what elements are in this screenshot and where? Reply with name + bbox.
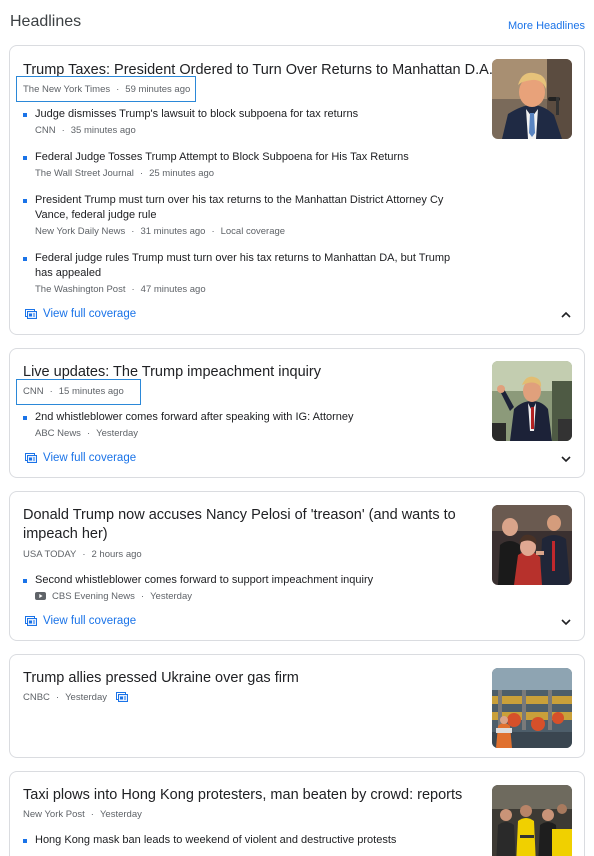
sub-article-time: 25 minutes ago bbox=[149, 168, 215, 179]
chevron-down-icon[interactable] bbox=[559, 615, 573, 629]
view-full-coverage-link[interactable]: View full coverage bbox=[25, 452, 136, 464]
sub-article-source[interactable]: CBS Evening News bbox=[52, 591, 135, 602]
story-time: Yesterday bbox=[99, 809, 142, 820]
chevron-down-icon[interactable] bbox=[559, 452, 573, 466]
story-headline[interactable]: Live updates: The Trump impeachment inqu… bbox=[23, 363, 483, 382]
sub-article: Judge dismisses Trump's lawsuit to block… bbox=[23, 107, 463, 136]
view-full-coverage-label: View full coverage bbox=[43, 308, 137, 320]
sub-article: Hong Kong mask ban leads to weekend of v… bbox=[23, 833, 463, 848]
sub-article: Federal judge rules Trump must turn over… bbox=[23, 251, 463, 295]
sub-article-time: 35 minutes ago bbox=[70, 125, 136, 136]
sub-article-source[interactable]: New York Daily News bbox=[35, 226, 125, 237]
story-card: Trump allies pressed Ukraine over gas fi… bbox=[9, 654, 585, 758]
sub-article-time: 47 minutes ago bbox=[140, 284, 206, 295]
section-title: Headlines bbox=[10, 13, 82, 30]
story-meta: CNN · 15 minutes ago bbox=[23, 386, 124, 397]
story-thumbnail[interactable] bbox=[492, 505, 572, 585]
story-source[interactable]: New York Post bbox=[23, 809, 85, 820]
full-coverage-icon bbox=[25, 309, 37, 319]
bullet-marker bbox=[23, 839, 27, 843]
sub-article-title[interactable]: Federal Judge Tosses Trump Attempt to Bl… bbox=[35, 150, 463, 165]
story-thumbnail[interactable] bbox=[492, 361, 572, 441]
sub-article-title[interactable]: Judge dismisses Trump's lawsuit to block… bbox=[35, 107, 463, 122]
sub-article-meta: CBS Evening News · Yesterday bbox=[35, 591, 463, 602]
sub-article-time: 31 minutes ago bbox=[140, 226, 206, 237]
local-coverage-tag[interactable]: Local coverage bbox=[221, 226, 285, 237]
story-card: Donald Trump now accuses Nancy Pelosi of… bbox=[9, 491, 585, 641]
story-meta: New York Post · Yesterday bbox=[23, 809, 142, 820]
view-full-coverage-link[interactable]: View full coverage bbox=[25, 615, 136, 627]
bullet-marker bbox=[23, 579, 27, 583]
view-full-coverage-link[interactable]: View full coverage bbox=[25, 308, 136, 320]
story-time: Yesterday bbox=[65, 692, 107, 703]
full-coverage-icon bbox=[25, 616, 37, 626]
bullet-marker bbox=[23, 199, 27, 203]
story-source[interactable]: The New York Times bbox=[23, 84, 110, 95]
more-headlines-link[interactable]: More Headlines bbox=[508, 20, 585, 32]
sub-article-meta: The Wall Street Journal · 25 minutes ago bbox=[35, 168, 215, 179]
video-icon bbox=[35, 592, 46, 601]
story-card: Live updates: The Trump impeachment inqu… bbox=[9, 348, 585, 478]
sub-article: Second whistleblower comes forward to su… bbox=[23, 573, 463, 602]
sub-article-meta: CNN · 35 minutes ago bbox=[35, 125, 136, 136]
story-headline[interactable]: Trump Taxes: President Ordered to Turn O… bbox=[23, 61, 493, 80]
story-headline[interactable]: Donald Trump now accuses Nancy Pelosi of… bbox=[23, 506, 463, 544]
story-time: 59 minutes ago bbox=[125, 84, 191, 95]
story-card: Taxi plows into Hong Kong protesters, ma… bbox=[9, 771, 585, 856]
view-full-coverage-label: View full coverage bbox=[43, 615, 137, 627]
sub-article: Federal Judge Tosses Trump Attempt to Bl… bbox=[23, 150, 463, 179]
story-thumbnail[interactable] bbox=[492, 668, 572, 748]
sub-article-title[interactable]: Second whistleblower comes forward to su… bbox=[35, 573, 463, 588]
story-thumbnail[interactable] bbox=[492, 59, 572, 139]
sub-article-source[interactable]: ABC News bbox=[35, 428, 81, 439]
bullet-marker bbox=[23, 257, 27, 261]
chevron-up-icon[interactable] bbox=[559, 308, 573, 322]
story-time: 2 hours ago bbox=[91, 549, 142, 560]
story-time: 15 minutes ago bbox=[58, 386, 124, 397]
sub-article-source[interactable]: The Washington Post bbox=[35, 284, 125, 295]
sub-article: President Trump must turn over his tax r… bbox=[23, 193, 463, 237]
sub-article-title[interactable]: 2nd whistleblower comes forward after sp… bbox=[35, 410, 463, 425]
headlines-header: Headlines More Headlines bbox=[0, 0, 594, 44]
sub-article-title[interactable]: President Trump must turn over his tax r… bbox=[35, 193, 463, 223]
full-coverage-icon bbox=[25, 453, 37, 463]
story-meta: CNBC · Yesterday bbox=[23, 692, 128, 703]
story-source[interactable]: USA TODAY bbox=[23, 549, 76, 560]
bullet-marker bbox=[23, 416, 27, 420]
sub-article-title[interactable]: Federal judge rules Trump must turn over… bbox=[35, 251, 463, 281]
story-meta: The New York Times · 59 minutes ago bbox=[23, 84, 191, 95]
story-card: Trump Taxes: President Ordered to Turn O… bbox=[9, 45, 585, 335]
bullet-marker bbox=[23, 113, 27, 117]
sub-article-source[interactable]: The Wall Street Journal bbox=[35, 168, 134, 179]
sub-article-meta: New York Daily News · 31 minutes ago · Local… bbox=[35, 226, 286, 237]
sub-article: 2nd whistleblower comes forward after sp… bbox=[23, 410, 463, 439]
sub-article-meta: The Washington Post · 47 minutes ago bbox=[35, 284, 206, 295]
view-full-coverage-label: View full coverage bbox=[43, 452, 137, 464]
story-headline[interactable]: Taxi plows into Hong Kong protesters, ma… bbox=[23, 786, 483, 805]
sub-article-title[interactable]: Hong Kong mask ban leads to weekend of v… bbox=[35, 833, 463, 848]
story-meta: USA TODAY · 2 hours ago bbox=[23, 549, 142, 560]
bullet-marker bbox=[23, 156, 27, 160]
story-thumbnail[interactable] bbox=[492, 785, 572, 856]
story-headline[interactable]: Trump allies pressed Ukraine over gas fi… bbox=[23, 669, 483, 688]
story-source[interactable]: CNN bbox=[23, 386, 44, 397]
sub-article-time: Yesterday bbox=[150, 591, 192, 602]
sub-article-source[interactable]: CNN bbox=[35, 125, 56, 136]
story-source[interactable]: CNBC bbox=[23, 692, 50, 703]
sub-article-time: Yesterday bbox=[96, 428, 139, 439]
sub-article-meta: ABC News · Yesterday bbox=[35, 428, 139, 439]
full-coverage-icon[interactable] bbox=[115, 692, 128, 703]
